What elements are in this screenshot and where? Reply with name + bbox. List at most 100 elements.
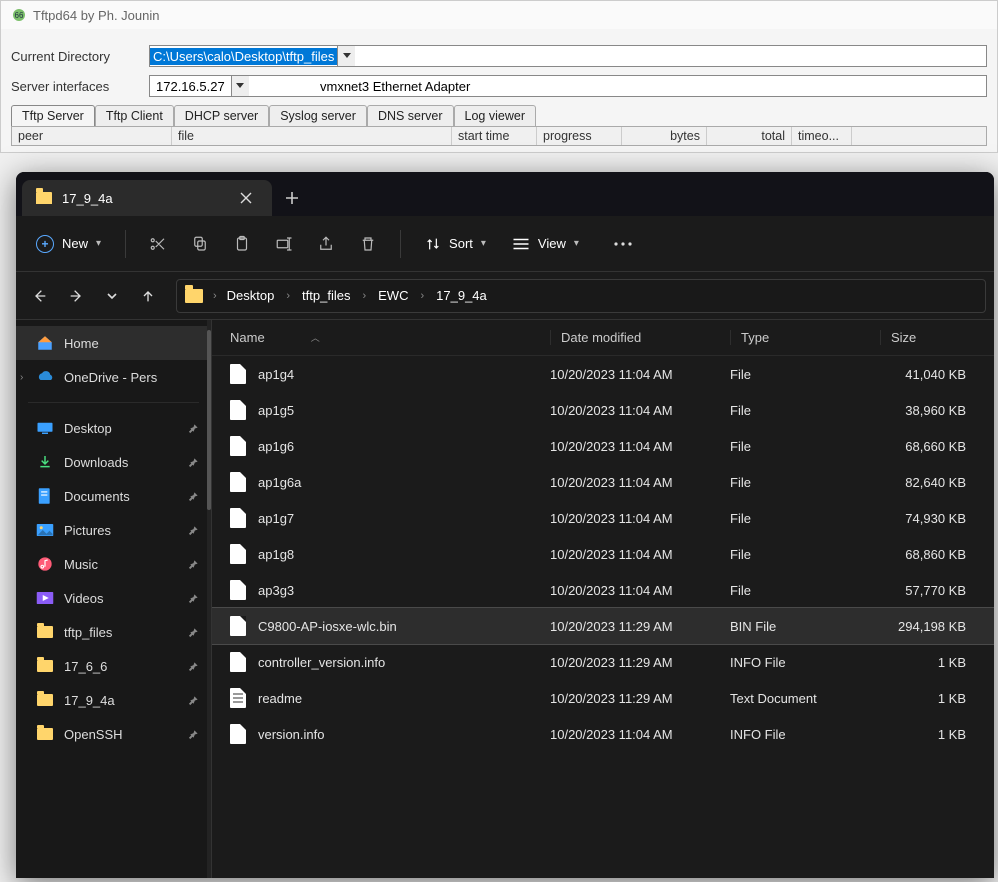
col-progress[interactable]: progress (537, 127, 622, 145)
file-row[interactable]: ap1g710/20/2023 11:04 AMFile74,930 KB (212, 500, 994, 536)
explorer-tab[interactable]: 17_9_4a (22, 180, 272, 216)
sidebar-item-openssh[interactable]: OpenSSH (16, 717, 211, 751)
col-modified[interactable]: Date modified (550, 330, 730, 345)
explorer-tab-title: 17_9_4a (62, 191, 224, 206)
file-row[interactable]: ap1g510/20/2023 11:04 AMFile38,960 KB (212, 392, 994, 428)
view-icon (512, 237, 530, 251)
server-interfaces-input[interactable]: 172.16.5.27 vmxnet3 Ethernet Adapter (149, 75, 987, 97)
copy-button[interactable] (182, 226, 218, 262)
new-button[interactable]: + New ▾ (26, 229, 111, 259)
current-directory-dropdown[interactable] (337, 46, 355, 66)
file-size: 1 KB (880, 691, 976, 706)
paste-button[interactable] (224, 226, 260, 262)
current-directory-input[interactable]: C:\Users\calo\Desktop\tftp_files (149, 45, 987, 67)
delete-button[interactable] (350, 226, 386, 262)
copy-icon (191, 235, 209, 253)
file-row[interactable]: ap1g6a10/20/2023 11:04 AMFile82,640 KB (212, 464, 994, 500)
sidebar-item-tftp-files[interactable]: tftp_files (16, 615, 211, 649)
server-interface-ip: 172.16.5.27 (150, 79, 231, 94)
breadcrumb[interactable]: › Desktop›tftp_files›EWC›17_9_4a (176, 279, 986, 313)
file-name: readme (258, 691, 302, 706)
chevron-down-icon (343, 53, 351, 59)
pin-icon[interactable] (188, 491, 199, 502)
pin-icon[interactable] (188, 593, 199, 604)
explorer-toolbar: + New ▾ Sort ▾ View (16, 216, 994, 272)
breadcrumb-segment[interactable]: Desktop (223, 286, 279, 305)
col-peer[interactable]: peer (12, 127, 172, 145)
breadcrumb-segment[interactable]: 17_9_4a (432, 286, 491, 305)
documents-icon (36, 487, 54, 505)
file-type: Text Document (730, 691, 880, 706)
tftpd-tab-tftp-client[interactable]: Tftp Client (95, 105, 174, 126)
file-icon (230, 472, 246, 492)
file-row[interactable]: ap1g810/20/2023 11:04 AMFile68,860 KB (212, 536, 994, 572)
tftpd-tab-log-viewer[interactable]: Log viewer (454, 105, 536, 126)
col-start-time[interactable]: start time (452, 127, 537, 145)
file-row[interactable]: version.info10/20/2023 11:04 AMINFO File… (212, 716, 994, 752)
tftpd-tab-syslog-server[interactable]: Syslog server (269, 105, 367, 126)
view-button[interactable]: View ▾ (502, 230, 589, 257)
sidebar-item-desktop[interactable]: Desktop (16, 411, 211, 445)
breadcrumb-segment[interactable]: EWC (374, 286, 412, 305)
file-size: 82,640 KB (880, 475, 976, 490)
sidebar-item-label: 17_6_6 (64, 659, 107, 674)
pin-icon[interactable] (188, 423, 199, 434)
sidebar-item-home[interactable]: Home (16, 326, 211, 360)
rename-button[interactable] (266, 226, 302, 262)
sort-indicator-icon: ︿ (311, 331, 320, 344)
pin-icon[interactable] (188, 525, 199, 536)
chevron-right-icon: › (362, 290, 366, 302)
pin-icon[interactable] (188, 695, 199, 706)
pin-icon[interactable] (188, 661, 199, 672)
sidebar-item-documents[interactable]: Documents (16, 479, 211, 513)
pin-icon[interactable] (188, 627, 199, 638)
pin-icon[interactable] (188, 559, 199, 570)
up-button[interactable] (132, 280, 164, 312)
sidebar-item-music[interactable]: Music (16, 547, 211, 581)
sidebar-item-videos[interactable]: Videos (16, 581, 211, 615)
col-total[interactable]: total (707, 127, 792, 145)
sidebar-item-pictures[interactable]: Pictures (16, 513, 211, 547)
share-button[interactable] (308, 226, 344, 262)
new-tab-button[interactable] (272, 180, 312, 216)
server-interfaces-dropdown[interactable] (231, 76, 249, 96)
file-row[interactable]: ap3g310/20/2023 11:04 AMFile57,770 KB (212, 572, 994, 608)
file-icon (230, 400, 246, 420)
col-name[interactable]: Name ︿ (230, 330, 550, 345)
file-name: ap1g6a (258, 475, 301, 490)
sidebar-item-downloads[interactable]: Downloads (16, 445, 211, 479)
file-row[interactable]: ap1g410/20/2023 11:04 AMFile41,040 KB (212, 356, 994, 392)
file-type: File (730, 511, 880, 526)
col-size[interactable]: Size (880, 330, 976, 345)
tftpd-tab-tftp-server[interactable]: Tftp Server (11, 105, 95, 126)
col-type[interactable]: Type (730, 330, 880, 345)
file-row[interactable]: ap1g610/20/2023 11:04 AMFile68,660 KB (212, 428, 994, 464)
cut-button[interactable] (140, 226, 176, 262)
forward-button[interactable] (60, 280, 92, 312)
sidebar-item-onedrive[interactable]: › OneDrive - Pers (16, 360, 211, 394)
back-button[interactable] (24, 280, 56, 312)
sort-button[interactable]: Sort ▾ (415, 230, 496, 258)
scrollbar-thumb[interactable] (207, 330, 211, 510)
col-bytes[interactable]: bytes (622, 127, 707, 145)
col-timeo[interactable]: timeo... (792, 127, 852, 145)
pin-icon[interactable] (188, 457, 199, 468)
sidebar-item-17-9-4a[interactable]: 17_9_4a (16, 683, 211, 717)
tftpd-grid-header: peer file start time progress bytes tota… (11, 126, 987, 146)
share-icon (317, 235, 335, 253)
pin-icon[interactable] (188, 729, 199, 740)
tftpd-tab-dns-server[interactable]: DNS server (367, 105, 454, 126)
more-button[interactable] (605, 226, 641, 262)
file-row[interactable]: readme10/20/2023 11:29 AMText Document1 … (212, 680, 994, 716)
sidebar-scrollbar[interactable] (207, 320, 211, 878)
file-modified: 10/20/2023 11:04 AM (550, 367, 730, 382)
file-row[interactable]: controller_version.info10/20/2023 11:29 … (212, 644, 994, 680)
file-row[interactable]: C9800-AP-iosxe-wlc.bin10/20/2023 11:29 A… (212, 608, 994, 644)
tab-close-button[interactable] (234, 186, 258, 210)
file-name: ap1g6 (258, 439, 294, 454)
breadcrumb-segment[interactable]: tftp_files (298, 286, 354, 305)
recent-button[interactable] (96, 280, 128, 312)
sidebar-item-17-6-6[interactable]: 17_6_6 (16, 649, 211, 683)
tftpd-tab-dhcp-server[interactable]: DHCP server (174, 105, 269, 126)
col-file[interactable]: file (172, 127, 452, 145)
